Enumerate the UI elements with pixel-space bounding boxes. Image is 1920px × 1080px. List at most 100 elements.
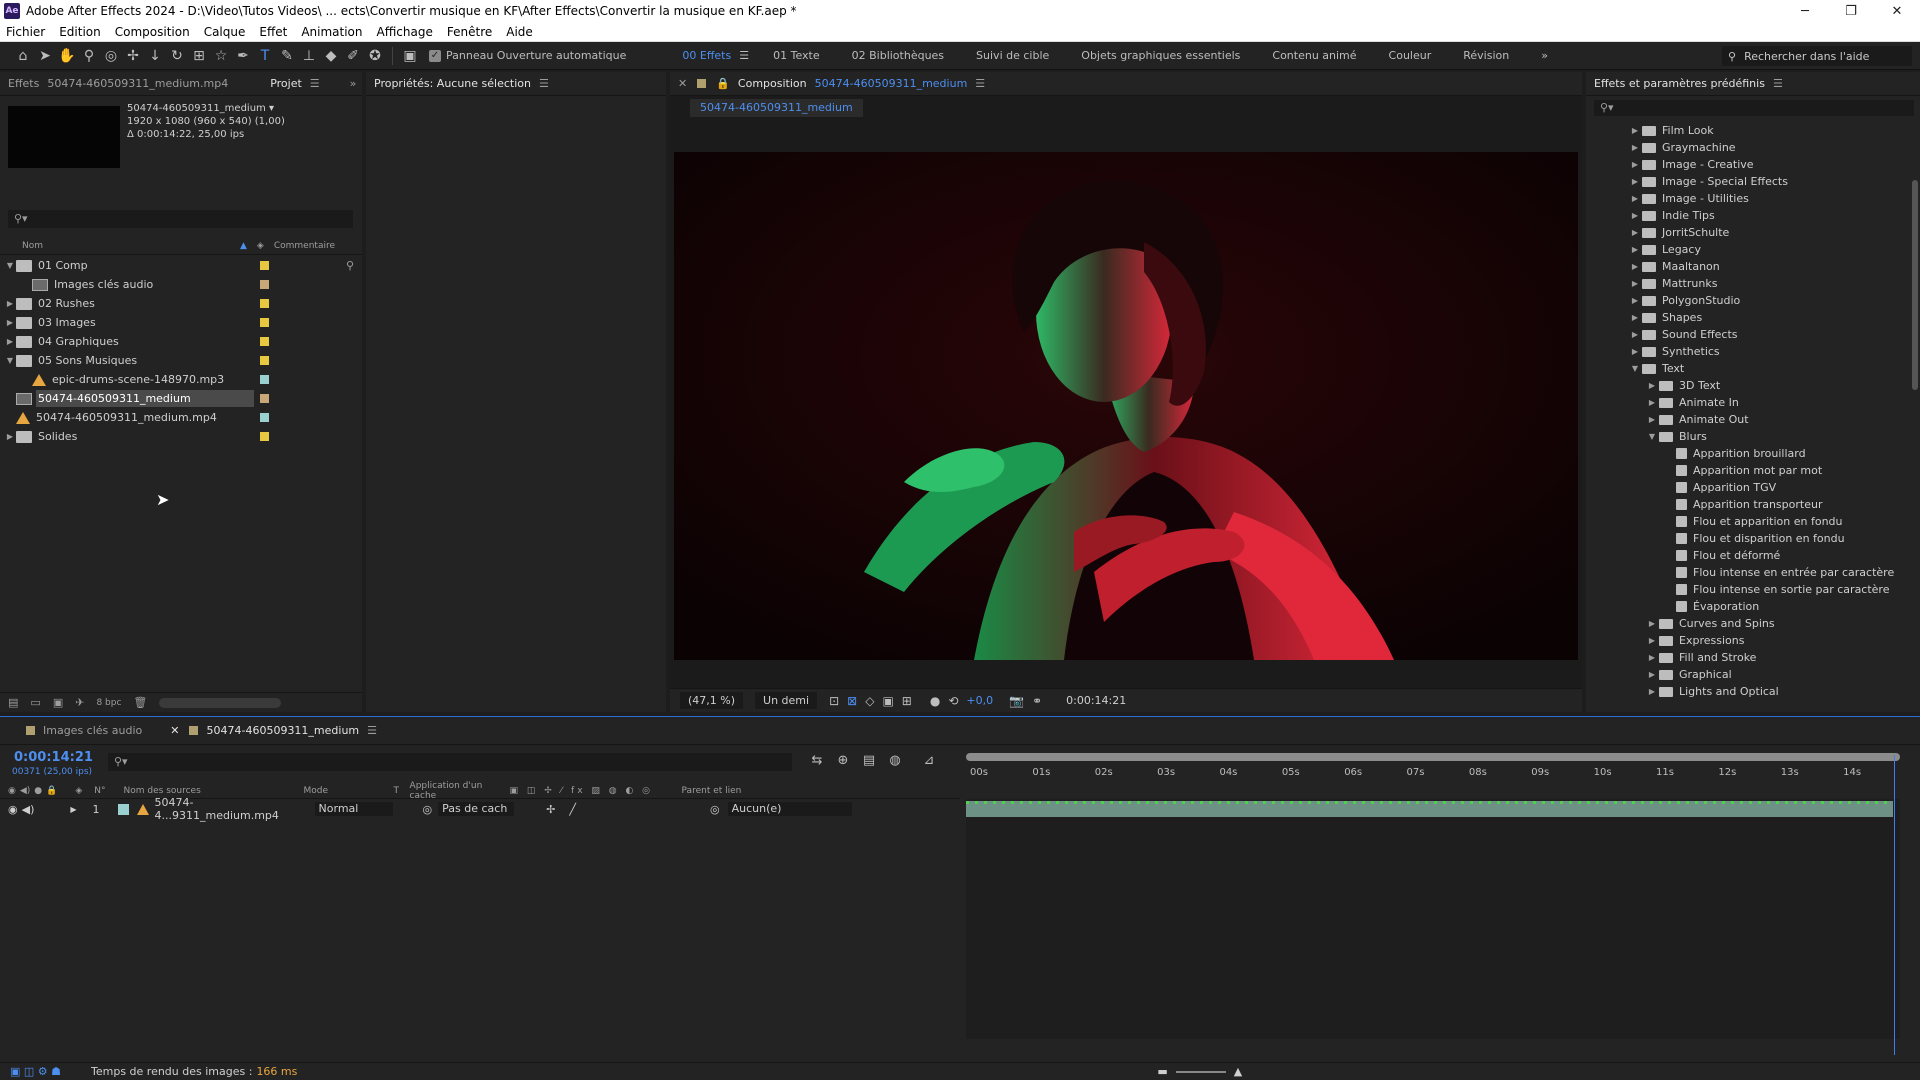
effects-folder[interactable]: ▶ Image - Special Effects (1586, 173, 1908, 190)
quality-switch-icon[interactable]: ╱ (569, 803, 576, 816)
snapshot-icon[interactable]: 📷 (1009, 694, 1024, 708)
exposure-reset-icon[interactable]: ⟲ (948, 694, 958, 708)
col-name[interactable]: Nom (22, 241, 238, 251)
effects-folder[interactable]: ▶ Image - Creative (1586, 156, 1908, 173)
effects-preset[interactable]: Évaporation (1586, 598, 1908, 615)
chevron-right-icon[interactable]: ▶ (1630, 279, 1640, 288)
chevron-right-icon[interactable]: ▶ (1630, 126, 1640, 135)
chevron-down-icon[interactable]: ▼ (1647, 432, 1657, 441)
tab-project[interactable]: Projet (270, 77, 302, 90)
trash-icon[interactable]: 🗑 (133, 696, 147, 709)
workspace-menu-icon[interactable]: ☰ (739, 49, 749, 62)
timeline-search-input[interactable]: ⚲▾ (108, 753, 792, 771)
chevron-right-icon[interactable]: ▶ (1630, 211, 1640, 220)
effects-folder[interactable]: ▶ Mattrunks (1586, 275, 1908, 292)
more-workspaces-icon[interactable]: » (1541, 49, 1548, 62)
chevron-right-icon[interactable]: ▶ (1630, 228, 1640, 237)
chevron-right-icon[interactable]: ▶ (1647, 381, 1657, 390)
panel-toggle-icon[interactable]: ▣ (399, 45, 421, 67)
layer-row[interactable]: ◉ ◀) ▶ 1 50474-4...9311_medium.mp4 Norma… (0, 796, 960, 822)
menu-effet[interactable]: Effet (259, 25, 287, 39)
chevron-right-icon[interactable]: ▶ (1630, 330, 1640, 339)
pan-tool-icon[interactable]: ✢ (122, 45, 144, 67)
graph-editor-icon[interactable]: ⊿ (916, 753, 942, 768)
blend-mode-dropdown[interactable]: Normal (314, 802, 393, 816)
workspace-00-effets[interactable]: 00 Effets (682, 49, 731, 62)
auto-open-checkbox[interactable]: ✓ Panneau Ouverture automatique (429, 49, 626, 62)
effects-preset[interactable]: Flou et déformé (1586, 547, 1908, 564)
chevron-right-icon[interactable]: ▶ (1647, 398, 1657, 407)
playhead[interactable] (1894, 755, 1895, 1055)
current-timecode[interactable]: 0:00:14:21 (14, 750, 93, 765)
puppet-tool-icon[interactable]: ✪ (364, 45, 386, 67)
lock-icon[interactable]: 🔒 (46, 786, 57, 796)
layer-label-color[interactable] (117, 803, 129, 815)
effects-folder[interactable]: ▶ Film Look (1586, 122, 1908, 139)
new-folder-icon[interactable]: ▭ (30, 696, 40, 709)
effects-preset[interactable]: Apparition TGV (1586, 479, 1908, 496)
effects-folder[interactable]: ▶ 3D Text (1586, 377, 1908, 394)
effects-folder[interactable]: ▶ Lights and Optical (1586, 683, 1908, 700)
chevron-right-icon[interactable]: ▶ (1630, 313, 1640, 322)
project-item[interactable]: epic-drums-scene-148970.mp3 (0, 370, 362, 389)
chevron-down-icon[interactable]: ▼ (4, 261, 16, 270)
workspace-couleur[interactable]: Couleur (1389, 49, 1432, 62)
label-color-swatch[interactable] (260, 413, 269, 422)
workspace-contenu-anime[interactable]: Contenu animé (1272, 49, 1356, 62)
interpret-footage-icon[interactable]: ▤ (8, 696, 18, 709)
effects-preset[interactable]: Flou intense en sortie par caractère (1586, 581, 1908, 598)
chevron-right-icon[interactable]: ▶ (1630, 160, 1640, 169)
zoom-tool-icon[interactable]: ⚲ (78, 45, 100, 67)
menu-calque[interactable]: Calque (204, 25, 246, 39)
collapse-switch-icon[interactable]: ✢ (546, 803, 555, 816)
solo-icon[interactable]: ● (34, 786, 42, 796)
item-info-name[interactable]: 50474-460509311_medium ▾ (127, 102, 285, 115)
tab-effects[interactable]: Effets (8, 77, 39, 90)
guides-icon[interactable]: ⊞ (902, 694, 912, 708)
effects-search-input[interactable]: ⚲▾ (1594, 100, 1914, 116)
dolly-tool-icon[interactable]: ↓ (144, 45, 166, 67)
shape-tool-icon[interactable]: ☆ (210, 45, 232, 67)
render-queue-icon[interactable]: ✈ (75, 696, 84, 709)
label-color-swatch[interactable] (260, 432, 269, 441)
panel-menu-icon[interactable]: ☰ (975, 77, 985, 90)
menu-affichage[interactable]: Affichage (377, 25, 433, 39)
parent-pickwhip-icon[interactable]: ◎ (710, 803, 720, 816)
time-ruler[interactable]: 00s 01s 02s 03s 04s 05s 06s 07s 08s 09s 10s 11s 12s 1… (966, 753, 1900, 799)
chevron-right-icon[interactable]: ▶ (4, 318, 16, 327)
effects-folder[interactable]: ▼ Blurs (1586, 428, 1908, 445)
zoom-dropdown[interactable]: (47,1 %) (680, 692, 744, 709)
effects-folder[interactable]: ▶ Expressions (1586, 632, 1908, 649)
flowchart-icon[interactable]: ⚲ (346, 259, 354, 272)
chevron-right-icon[interactable]: ▶ (1630, 177, 1640, 186)
home-icon[interactable]: ⌂ (12, 45, 34, 67)
tab-audio-keyframes[interactable]: Images clés audio (26, 724, 142, 737)
project-item[interactable]: ▶ 02 Rushes (0, 294, 362, 313)
effects-folder[interactable]: ▶ Graphical (1586, 666, 1908, 683)
rotate-tool-icon[interactable]: ↻ (166, 45, 188, 67)
status-icons[interactable]: ▣ ◫ ⚙ ☗ (10, 1065, 61, 1078)
comp-flowchart-icon[interactable]: ⇆ (804, 753, 830, 768)
menu-aide[interactable]: Aide (506, 25, 533, 39)
label-color-swatch[interactable] (260, 261, 269, 270)
workspace-revision[interactable]: Révision (1463, 49, 1509, 62)
effects-folder[interactable]: ▶ Synthetics (1586, 343, 1908, 360)
region-of-interest-icon[interactable]: ▣ (882, 694, 893, 708)
fast-preview-icon[interactable]: ⊡ (829, 694, 839, 708)
panel-menu-icon[interactable]: ☰ (1773, 77, 1783, 90)
menu-fichier[interactable]: Fichier (6, 25, 45, 39)
effects-scrollbar[interactable] (1912, 180, 1918, 390)
chevron-right-icon[interactable]: ▶ (1630, 296, 1640, 305)
project-item[interactable]: Images clés audio (0, 275, 362, 294)
maximize-button[interactable]: ❐ (1828, 0, 1874, 22)
effects-preset[interactable]: Apparition mot par mot (1586, 462, 1908, 479)
mask-view-icon[interactable]: ◇ (865, 694, 874, 708)
effects-preset[interactable]: Flou et disparition en fondu (1586, 530, 1908, 547)
brush-tool-icon[interactable]: ✎ (276, 45, 298, 67)
frame-blending-icon[interactable]: ◍ (882, 753, 908, 768)
project-item[interactable]: 50474-460509311_medium (0, 389, 362, 408)
chevron-right-icon[interactable]: ▶ (1647, 653, 1657, 662)
composition-tab[interactable]: 50474-460509311_medium (690, 99, 863, 117)
label-color-swatch[interactable] (260, 280, 269, 289)
layer-duration-bar[interactable] (966, 801, 1893, 817)
